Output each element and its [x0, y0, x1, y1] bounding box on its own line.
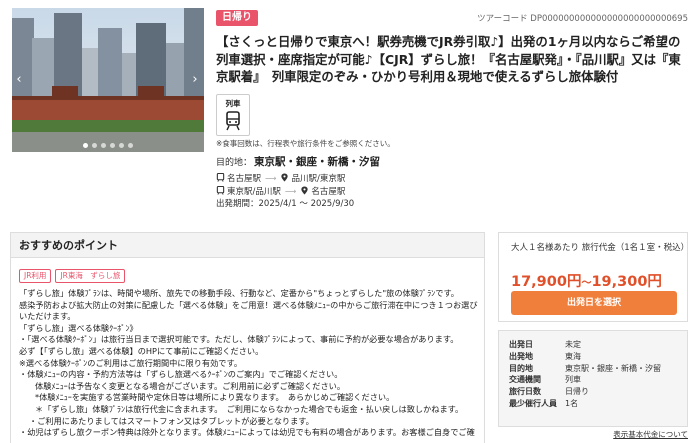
recommend-line: ・幼児はずらし旅クーポン特典は除外となります。体験ﾒﾆｭｰによっては幼児でも有料…: [19, 427, 475, 438]
recommend-line: 必ず【「ずらし旅」選べる体験】のHPにて事前にご確認ください。: [19, 345, 264, 356]
transport-label: 列車: [225, 99, 241, 108]
price-range: 17,900円～19,300円: [511, 270, 662, 291]
departure-period: 出発期間：2025/4/1 ～ 2025/9/30: [216, 199, 355, 209]
recommend-line: ・「選べる体験ｸｰﾎﾟﾝ」は旅行当日まで選択可能です。ただし、体験ﾌﾟﾗﾝによっ…: [19, 334, 459, 345]
meal-note: ※食事回数は、行程表や旅行条件をご参照ください。: [216, 139, 395, 148]
info-value: 東京駅・銀座・新橋・汐留: [565, 363, 661, 373]
tour-code: ツアーコード DP000000000000000000000000695: [477, 14, 688, 24]
tokyo-station-photo: [12, 8, 204, 152]
price-max: 19,300円: [591, 274, 662, 290]
tag-list: JR利用 JR東海 ずらし旅: [19, 269, 129, 283]
carousel-dot[interactable]: [83, 143, 88, 148]
tour-info-table: 出発日 未定 出発地 東海 目的地 東京駅・銀座・新橋・汐留 交通機関 列車 旅行日数 日…: [498, 330, 688, 427]
tag: JR東海 ずらし旅: [55, 269, 126, 283]
route-to: 品川駅/東京駅: [291, 174, 346, 184]
info-value: 日帰り: [565, 387, 589, 397]
recommend-body: 「ずらし旅」体験ﾌﾟﾗﾝは、時間や場所、旅先での移動手段、行動など、定番から"ち…: [19, 288, 481, 439]
arrow-right-icon: ⟶: [265, 174, 277, 183]
price-min: 17,900円: [511, 274, 582, 290]
chevron-left-icon[interactable]: ‹: [14, 72, 24, 88]
destination: 目的地： 東京駅・銀座・新橋・汐留: [216, 154, 380, 169]
info-value: 列車: [565, 375, 581, 385]
recommend-line: ※選べる体験ｸｰﾎﾟﾝのご利用はご旅行期間中に限り有効です。: [19, 357, 243, 368]
arrow-right-icon: ⟶: [284, 187, 297, 196]
carousel-dot[interactable]: [101, 143, 106, 148]
recommend-section: おすすめのポイント JR利用 JR東海 ずらし旅 「ずらし旅」体験ﾌﾟﾗﾝは、時…: [10, 232, 485, 443]
day-trip-badge: 日帰り: [216, 10, 258, 26]
info-row: 旅行日数 日帰り: [509, 386, 677, 398]
base-price-info-link[interactable]: 表示基本代金について: [613, 429, 688, 440]
destination-value: 東京駅・銀座・新橋・汐留: [254, 156, 381, 168]
recommend-heading: おすすめのポイント: [11, 233, 484, 258]
route-from: 名古屋駅: [227, 174, 262, 184]
info-key: 旅行日数: [509, 387, 541, 397]
tag: JR利用: [19, 269, 52, 283]
recommend-line: *体験ﾒﾆｭｰを実施する営業時間や定休日等は場所により異なります。 あらかじめご…: [35, 392, 395, 403]
carousel-dot[interactable]: [128, 143, 133, 148]
info-row: 最少催行人員 1名: [509, 398, 677, 410]
route-outbound: 名古屋駅 ⟶ 品川駅/東京駅: [216, 172, 345, 184]
location-pin-icon: [281, 173, 289, 182]
route-return: 東京駅/品川駅 ⟶ 名古屋駅: [216, 185, 345, 197]
info-row: 目的地 東京駅・銀座・新橋・汐留: [509, 363, 677, 375]
info-key: 目的地: [509, 363, 533, 373]
carousel-dot[interactable]: [92, 143, 97, 148]
hero-image-carousel[interactable]: ‹ ›: [12, 8, 204, 152]
recommend-line: 体験ﾒﾆｭｰは予告なく変更となる場合がございます。ご利用前に必ずご確認ください。: [35, 380, 346, 391]
info-key: 交通機関: [509, 375, 541, 385]
price-panel: 大人１名様あたり 旅行代金（1名１室・税込） 17,900円～19,300円 出…: [498, 232, 690, 322]
transport-badge: 列車: [216, 94, 250, 136]
recommend-line: ・体験ﾒﾆｭｰの内容・予約方法等は「ずらし旅選べるｸｰﾎﾟﾝのご案内」でご確認く…: [19, 369, 343, 380]
recommend-line: 「ずらし旅」体験ﾌﾟﾗﾝは、時間や場所、旅先での移動手段、行動など、定番から"ち…: [19, 288, 459, 298]
recommend-line: 「ずらし旅」選べる体験ｸｰﾎﾟﾝ》: [19, 322, 138, 333]
chevron-right-icon[interactable]: ›: [190, 72, 200, 88]
recommend-line: ・ご利用にあたりましてはスマートフォン又はタブレットが必要となります。: [29, 415, 314, 426]
price-separator: ～: [581, 278, 592, 289]
location-pin-icon: [301, 186, 308, 195]
info-row: 交通機関 列車: [509, 374, 677, 386]
tour-title: 【さくっと日帰りで東京へ！駅券売機でJR券引取♪】出発の1ヶ月以内ならご希望の列…: [216, 34, 681, 85]
price-label: 大人１名様あたり 旅行代金（1名１室・税込）: [511, 243, 690, 253]
route-to: 名古屋駅: [311, 187, 346, 197]
train-icon: [226, 111, 240, 131]
info-key: 出発地: [509, 351, 533, 361]
carousel-dot[interactable]: [119, 143, 124, 148]
carousel-dot[interactable]: [110, 143, 115, 148]
info-row: 出発日 未定: [509, 339, 677, 351]
info-value: 1名: [565, 398, 579, 408]
info-row: 出発地 東海: [509, 351, 677, 363]
select-departure-date-button[interactable]: 出発日を選択: [511, 291, 677, 315]
carousel-dots: [12, 143, 204, 148]
route-from: 東京駅/品川駅: [227, 187, 281, 197]
train-icon: [216, 173, 225, 182]
recommend-line: 感染予防および拡大防止の対策に配慮した「選べる体験」をご用意！選べる体験ﾒﾆｭｰ…: [19, 299, 478, 322]
info-value: 未定: [565, 340, 581, 349]
info-key: 出発日: [509, 340, 533, 349]
info-value: 東海: [565, 351, 581, 361]
info-key: 最少催行人員: [509, 398, 557, 408]
train-icon: [216, 186, 225, 195]
recommend-line: ＊「ずらし旅」体験ﾌﾟﾗﾝは旅行代金に含まれます。 ご利用にならなかった場合でも…: [35, 403, 464, 414]
destination-label: 目的地：: [216, 158, 253, 168]
